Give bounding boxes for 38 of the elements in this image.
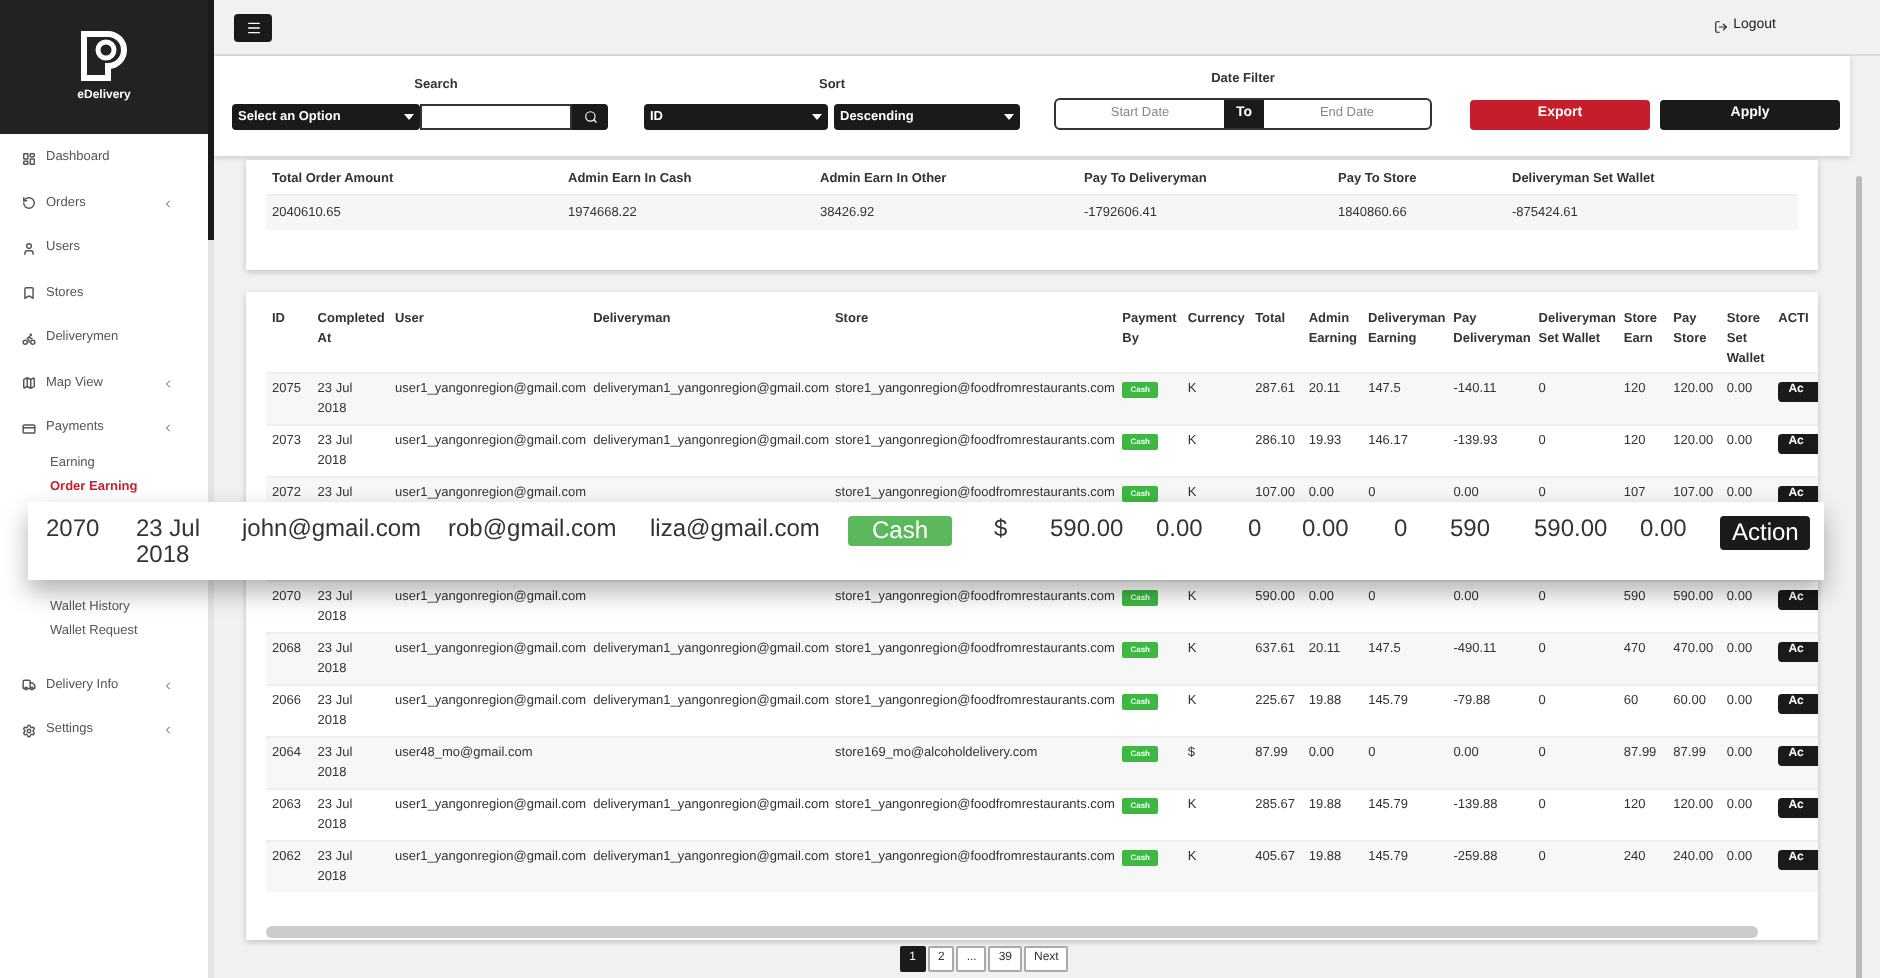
table-cell: 0 <box>1394 516 1408 542</box>
caret-icon <box>404 114 414 120</box>
table-cell: rob@gmail.com <box>448 516 617 542</box>
menu-icon <box>245 19 261 35</box>
page-scrollbar[interactable] <box>1855 176 1861 978</box>
bike-icon <box>22 331 36 346</box>
map-icon <box>22 376 36 391</box>
cash-badge: Cash <box>848 516 953 546</box>
bookmark-icon <box>22 286 36 301</box>
table-cell: 590.00 <box>1050 516 1124 542</box>
history-icon <box>22 196 36 211</box>
pin-logo-icon <box>80 29 128 81</box>
user-icon <box>22 241 36 256</box>
table-cell: 0.00 <box>1302 516 1349 542</box>
settings-icon <box>22 723 36 738</box>
action-button[interactable]: Action <box>1720 516 1811 550</box>
dashboard-icon <box>22 151 36 166</box>
table-cell: liza@gmail.com <box>650 516 820 542</box>
table-cell: 590 <box>1450 516 1491 542</box>
card-icon <box>22 421 36 436</box>
caret-icon <box>812 114 822 120</box>
table-cell: 2070 <box>46 516 100 542</box>
search-field[interactable] <box>420 104 572 130</box>
table-cell: $ <box>994 516 1008 542</box>
search-icon <box>583 110 597 124</box>
table-cell: john@gmail.com <box>242 516 422 542</box>
truck-icon <box>22 678 36 693</box>
table-cell: 0.00 <box>1640 516 1687 542</box>
table-cell: 0 <box>1248 516 1262 542</box>
search-button[interactable] <box>572 104 608 130</box>
table-cell: 0.00 <box>1156 516 1203 542</box>
caret-icon <box>1004 114 1014 120</box>
logout-icon <box>1713 20 1728 34</box>
horizontal-scrollbar[interactable] <box>266 926 1758 938</box>
sidebar-scrollbar[interactable] <box>208 0 214 240</box>
table-cell: 590.00 <box>1534 516 1608 542</box>
table-cell-text: 23 Jul 2018 <box>136 516 203 568</box>
menu-button[interactable] <box>234 13 272 41</box>
